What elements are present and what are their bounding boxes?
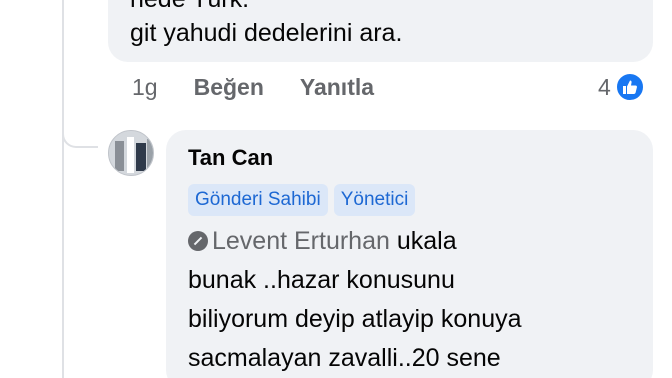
comment-actions: 1g Beğen Yanıtla (132, 74, 410, 101)
author-badges: Gönderi Sahibi Yönetici (188, 184, 631, 216)
thread-branch (62, 118, 98, 148)
like-icon (614, 72, 645, 102)
reply-author-name[interactable]: Tan Can (188, 142, 631, 174)
like-button[interactable]: Beğen (194, 74, 264, 101)
reaction-summary[interactable]: 4 (598, 72, 645, 102)
mention-icon (188, 231, 208, 251)
reaction-count: 4 (598, 73, 611, 100)
parent-comment-bubble: nede Türk. git yahudi dedelerini ara. (108, 0, 653, 62)
parent-comment-line: nede Türk. (130, 0, 631, 16)
thread-line (62, 0, 64, 378)
mention-link[interactable]: Levent Erturhan (188, 227, 390, 255)
reply-comment-bubble: Tan Can Gönderi Sahibi Yönetici Levent E… (166, 130, 653, 378)
reply-line: bunak ..hazar konusunu (188, 266, 455, 294)
reply-line: Levent Erturhan ukala (188, 222, 631, 261)
reply-line: sacmalayan zavalli..20 sene (188, 344, 501, 372)
badge-post-owner: Gönderi Sahibi (188, 184, 328, 216)
parent-comment-line: git yahudi dedelerini ara. (130, 19, 403, 47)
reply-line: biliyorum deyip atlayip konuya (188, 305, 522, 333)
comment-timestamp[interactable]: 1g (132, 74, 158, 101)
avatar[interactable] (108, 130, 154, 176)
reply-button[interactable]: Yanıtla (300, 74, 374, 101)
badge-admin: Yönetici (333, 184, 416, 216)
mention-name: Levent Erturhan (212, 227, 390, 255)
reply-comment-text: Levent Erturhan ukala bunak ..hazar konu… (188, 222, 631, 378)
reply-text-segment: ukala (389, 227, 457, 255)
